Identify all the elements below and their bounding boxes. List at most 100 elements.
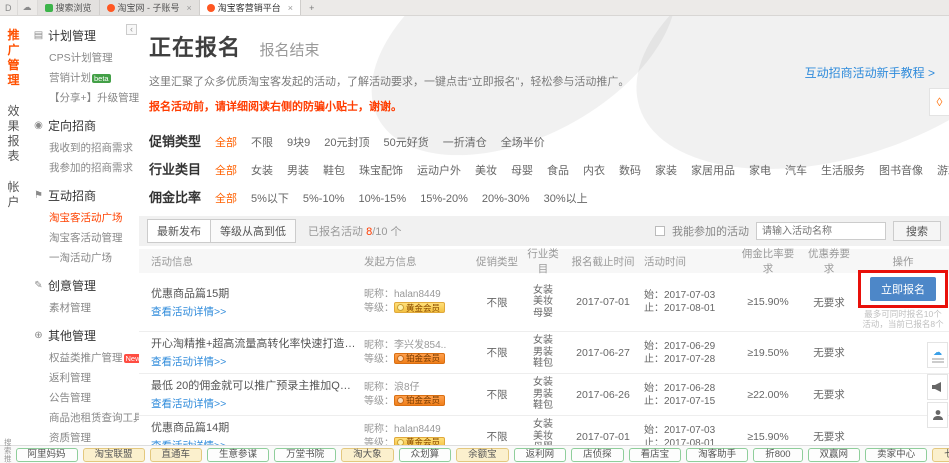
bottom-link[interactable]: 淘大象 [341,448,394,462]
vnav-account[interactable]: 帐户 [7,180,21,210]
sidebar-section-plan[interactable]: ▤ 计划管理 [27,24,139,47]
tab-search-browse[interactable]: 搜索浏览 [38,0,100,15]
filter-option[interactable]: 5%以下 [251,190,289,206]
filter-option[interactable]: 家居用品 [691,162,735,178]
contact-widget[interactable] [927,402,948,428]
filter-option[interactable]: 家电 [749,162,771,178]
view-detail-link[interactable]: 查看活动详情>> [151,438,226,445]
bottom-link[interactable]: 阿里妈妈 [16,448,78,462]
filter-option[interactable]: 家装 [655,162,677,178]
activity-search-input[interactable] [756,222,886,240]
tutorial-link[interactable]: 互动招商活动新手教程 > [805,64,935,81]
filter-option[interactable]: 运动户外 [417,162,461,178]
filter-option[interactable]: 全部 [215,162,237,178]
sidebar-item-rebate-manage[interactable]: 返利管理 [27,367,139,387]
sort-level-button[interactable]: 等级从高到低 [211,219,296,243]
filter-label: 促销类型 [149,131,215,150]
bottom-link[interactable]: 众划算 [399,448,452,462]
sidebar-section-other[interactable]: ⊕ 其他管理 [27,324,139,347]
filter-option[interactable]: 一折清仓 [443,134,487,150]
filter-option[interactable]: 内衣 [583,162,605,178]
bottom-link[interactable]: 店侦探 [571,448,624,462]
filter-option[interactable]: 女装 [251,162,273,178]
filter-option[interactable]: 游戏话费 [937,162,949,178]
bottom-link[interactable]: 生意参谋 [207,448,269,462]
bottom-link[interactable]: 淘宝联盟 [83,448,145,462]
sidebar-collapse-button[interactable]: ‹ [126,24,137,35]
filter-option[interactable]: 生活服务 [821,162,865,178]
filter-option[interactable]: 图书音像 [879,162,923,178]
filter-option[interactable]: 10%-15% [358,193,406,205]
bottom-link[interactable]: 看店宝 [629,448,682,462]
browser-logo-icon[interactable]: D [0,0,18,15]
bottom-link[interactable]: 淘客助手 [686,448,748,462]
sidebar-item-received-demands[interactable]: 我收到的招商需求 [27,137,139,157]
sidebar-item-announcement[interactable]: 公告管理 [27,387,139,407]
filter-option[interactable]: 食品 [547,162,569,178]
filter-option[interactable]: 20%-30% [482,193,530,205]
filter-option[interactable]: 30%以上 [544,190,588,206]
bottom-link[interactable]: 折800 [753,448,802,462]
bottom-link[interactable]: 余额宝 [456,448,509,462]
announcement-widget[interactable] [927,374,948,400]
vnav-promotion-management[interactable]: 推广管理 [7,28,21,88]
close-tab-icon[interactable]: × [288,3,293,13]
vnav-effect-report[interactable]: 效果报表 [7,104,21,164]
sidebar-item-marketing-plan[interactable]: 营销计划beta [27,67,139,87]
filter-option[interactable]: 20元封顶 [324,134,369,150]
cloud-icon[interactable]: ☁ [18,0,38,15]
search-button[interactable]: 搜索 [893,221,941,241]
filter-option[interactable]: 不限 [251,134,273,150]
sidebar-item-joined-demands[interactable]: 我参加的招商需求 [27,157,139,177]
bottom-link[interactable]: 万堂书院 [274,448,336,462]
sidebar-item-cps-plan[interactable]: CPS计划管理 [27,47,139,67]
tab-taobao-subaccount[interactable]: 淘宝网 - 子账号 × [100,0,200,15]
my-eligible-checkbox[interactable] [655,226,665,236]
sidebar-section-targeted[interactable]: ◉ 定向招商 [27,114,139,137]
vertical-nav: 推广管理 效果报表 帐户 [0,16,27,445]
sidebar-item-etao-square[interactable]: 一淘活动广场 [27,247,139,267]
filter-option[interactable]: 50元好货 [384,134,429,150]
sidebar-item-taoke-activity-square[interactable]: 淘宝客活动广场 [27,207,139,227]
signup-button[interactable]: 立即报名 [870,277,936,301]
filter-option[interactable]: 15%-20% [420,193,468,205]
filter-option[interactable]: 男装 [287,162,309,178]
bottom-link[interactable]: 双赢网 [808,448,861,462]
close-tab-icon[interactable]: × [187,3,192,13]
level-badge: 铂金会员 [394,395,445,406]
plan-icon: ▤ [33,30,44,41]
filter-option[interactable]: 全部 [215,134,237,150]
filter-option[interactable]: 9块9 [287,134,310,150]
sidebar-item-share-upgrade[interactable]: 【分享+】升级管理 [27,87,139,107]
sidebar-section-creative[interactable]: ✎ 创意管理 [27,274,139,297]
sidebar-item-qualification[interactable]: 资质管理 [27,427,139,447]
new-tab-button[interactable]: + [301,0,322,15]
view-detail-link[interactable]: 查看活动详情>> [151,304,226,319]
view-detail-link[interactable]: 查看活动详情>> [151,354,226,369]
anti-fraud-tip-toggle[interactable]: ◊ [929,88,949,116]
filter-option[interactable]: 美妆 [475,162,497,178]
sidebar-item-pool-query-tool[interactable]: 商品池租赁查询工具 [27,407,139,427]
filter-option[interactable]: 全部 [215,190,237,206]
tab-registration-ended[interactable]: 报名结束 [259,39,319,60]
bottom-link[interactable]: 返利网 [514,448,567,462]
bottom-link[interactable]: 七彩虹官网 [932,448,949,462]
view-detail-link[interactable]: 查看活动详情>> [151,396,226,411]
bottom-link[interactable]: 卖家中心 [865,448,927,462]
sidebar-item-rights-promotion[interactable]: 权益类推广管理New [27,347,139,367]
my-eligible-label[interactable]: 我能参加的活动 [672,223,749,239]
bottom-link[interactable]: 直通车 [150,448,203,462]
filter-option[interactable]: 全场半价 [501,134,545,150]
filter-option[interactable]: 数码 [619,162,641,178]
filter-option[interactable]: 母婴 [511,162,533,178]
sort-latest-button[interactable]: 最新发布 [147,219,211,243]
filter-option[interactable]: 鞋包 [323,162,345,178]
tab-taoke-platform[interactable]: 淘宝客营销平台 × [200,0,301,15]
sidebar-section-interactive[interactable]: ⚑ 互动招商 [27,184,139,207]
wangwang-chat-widget[interactable]: ☁ [927,342,948,368]
filter-option[interactable]: 珠宝配饰 [359,162,403,178]
sidebar-item-taoke-activity-manage[interactable]: 淘宝客活动管理 [27,227,139,247]
filter-option[interactable]: 汽车 [785,162,807,178]
filter-option[interactable]: 5%-10% [303,193,345,205]
sidebar-item-material-manage[interactable]: 素材管理 [27,297,139,317]
